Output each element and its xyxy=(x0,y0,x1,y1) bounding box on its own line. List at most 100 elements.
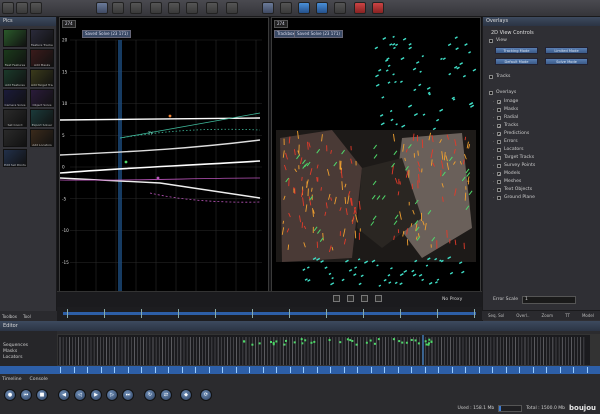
zoom-icon[interactable] xyxy=(361,295,368,302)
play-back-icon[interactable]: ◁ xyxy=(74,389,86,401)
solve-icon[interactable] xyxy=(316,2,328,14)
globe-icon[interactable] xyxy=(298,2,310,14)
limited-mode-button[interactable]: Limited Mode xyxy=(545,47,588,54)
stop-icon[interactable]: ■ xyxy=(36,389,48,401)
step-forward-icon[interactable]: ▷ xyxy=(106,389,118,401)
editor-track-area[interactable] xyxy=(57,334,591,366)
overlay-checkbox[interactable] xyxy=(497,139,501,144)
overlay-checkbox[interactable] xyxy=(497,163,501,168)
camera-icon[interactable] xyxy=(186,2,198,14)
marker-icon[interactable] xyxy=(112,2,124,14)
view-timeline-range[interactable] xyxy=(63,312,476,315)
ruler-tick xyxy=(532,367,534,373)
track-point xyxy=(374,46,379,50)
overlay-checkbox[interactable] xyxy=(497,147,501,152)
tool-button-2[interactable]: Feat Features xyxy=(3,49,27,67)
graph-canvas[interactable]: 20151050-5-10-15-20220240260280300320340… xyxy=(60,18,268,306)
overlay-checkbox[interactable] xyxy=(497,155,501,160)
last-frame-icon[interactable]: ⏭ xyxy=(122,389,134,401)
overlay-checkbox[interactable] xyxy=(497,187,501,192)
overlay-checkbox[interactable] xyxy=(497,195,501,200)
keyframe-marker xyxy=(313,340,316,343)
overlay-checkbox[interactable] xyxy=(497,115,501,120)
solve-selector[interactable]: Saved Solve (23 171) xyxy=(82,30,131,38)
image-view[interactable]: 274 Trackbox Saved Solve (23 171) xyxy=(271,17,481,307)
overlay-item: · Radial xyxy=(493,114,518,121)
camera-icon[interactable] xyxy=(333,295,340,302)
view-timeline[interactable] xyxy=(57,307,482,321)
fit-icon[interactable] xyxy=(375,295,382,302)
tab-timeline[interactable]: Timeline xyxy=(2,377,22,382)
track-point xyxy=(341,278,345,282)
overlay-checkbox[interactable] xyxy=(497,107,501,112)
tracking-mode-button[interactable]: Tracking Mode xyxy=(495,47,538,54)
tool-button-5[interactable]: Add Target Tracks xyxy=(30,69,54,87)
tab-zoom[interactable]: Zoom xyxy=(542,313,554,318)
editor-scrollbar[interactable] xyxy=(591,334,600,366)
graph-icon[interactable] xyxy=(96,2,108,14)
solve-mode-button[interactable]: Solve Mode xyxy=(545,58,588,65)
tab-toolbox[interactable]: Toolbox xyxy=(2,314,17,319)
frame-icon[interactable] xyxy=(347,295,354,302)
tracks-group-checkbox[interactable] xyxy=(489,74,493,79)
chart-icon[interactable] xyxy=(150,2,162,14)
tool-button-8[interactable]: Set Coord xyxy=(3,109,27,127)
tab-tt[interactable]: TT xyxy=(565,313,570,318)
overlay-checkbox[interactable]: ✓ xyxy=(497,171,501,176)
overlay-checkbox[interactable] xyxy=(497,179,501,184)
loop-icon[interactable]: ↻ xyxy=(144,389,156,401)
editor-row-locators[interactable]: Locators xyxy=(0,355,57,361)
tool-button-4[interactable]: Add Features xyxy=(3,69,27,87)
view-3d-icon[interactable] xyxy=(280,2,292,14)
first-frame-icon[interactable]: ⏮ xyxy=(20,389,32,401)
sync-icon[interactable]: ⟳ xyxy=(200,389,212,401)
solve-selector-right[interactable]: Saved Solve (23 171) xyxy=(294,30,343,38)
magnet-icon[interactable] xyxy=(354,2,366,14)
graph-view[interactable]: 20151050-5-10-15-20220240260280300320340… xyxy=(59,17,269,307)
keyframe-icon[interactable]: ◆ xyxy=(180,389,192,401)
image-canvas[interactable] xyxy=(272,18,480,288)
curve-icon[interactable] xyxy=(130,2,142,14)
view-group-checkbox[interactable] xyxy=(489,38,493,43)
tab-seq-sol[interactable]: Seq. Sol xyxy=(488,313,504,318)
tool-button-7[interactable]: Object Solve xyxy=(30,89,54,107)
tab-tool[interactable]: Tool xyxy=(23,314,31,319)
bounce-icon[interactable]: ⇄ xyxy=(160,389,172,401)
tab-overlays[interactable]: Overl.. xyxy=(516,313,529,318)
view-2d-icon[interactable] xyxy=(262,2,274,14)
editor-keyframes[interactable] xyxy=(58,335,591,366)
tool-button-11[interactable]: Add Locators xyxy=(30,129,54,147)
play-icon[interactable]: ▶ xyxy=(90,389,102,401)
track-point xyxy=(383,278,387,282)
open-icon[interactable] xyxy=(16,2,28,14)
overlay-checkbox[interactable]: ✓ xyxy=(497,99,501,104)
tool-button-10[interactable] xyxy=(3,129,27,147)
tab-console[interactable]: Console xyxy=(30,377,48,382)
overlay-checkbox[interactable]: ✓ xyxy=(497,131,501,136)
tool-button-1[interactable]: Feature Tracker xyxy=(30,29,54,47)
track-point xyxy=(439,108,444,112)
step-back-icon[interactable]: ◀ xyxy=(58,389,70,401)
prediction-mark xyxy=(417,150,419,156)
default-mode-button[interactable]: Default Mode xyxy=(495,58,538,65)
overlays-group-checkbox[interactable] xyxy=(489,90,493,95)
tool-button-0[interactable] xyxy=(3,29,27,47)
tool-button-12[interactable]: Edit Set Points xyxy=(3,149,27,167)
grid-icon[interactable] xyxy=(206,2,218,14)
tool-label: Export Solver xyxy=(31,123,53,127)
error-scale-input[interactable]: 1 xyxy=(522,295,577,304)
file-menu-icon[interactable] xyxy=(2,2,14,14)
layout-icon[interactable] xyxy=(226,2,238,14)
tool-icon[interactable] xyxy=(372,2,384,14)
lasso-icon[interactable] xyxy=(334,2,346,14)
tab-model[interactable]: Model xyxy=(582,313,594,318)
record-icon[interactable]: ● xyxy=(4,389,16,401)
tool-button-9[interactable]: Export Solver xyxy=(30,109,54,127)
tool-button-3[interactable]: Add Masks xyxy=(30,49,54,67)
tool-button-6[interactable]: Camera Solve xyxy=(3,89,27,107)
overlay-checkbox[interactable]: ✓ xyxy=(497,123,501,128)
save-icon[interactable] xyxy=(30,2,42,14)
prediction-mark xyxy=(316,176,318,182)
timeline-ruler[interactable] xyxy=(0,366,600,374)
image-icon[interactable] xyxy=(168,2,180,14)
